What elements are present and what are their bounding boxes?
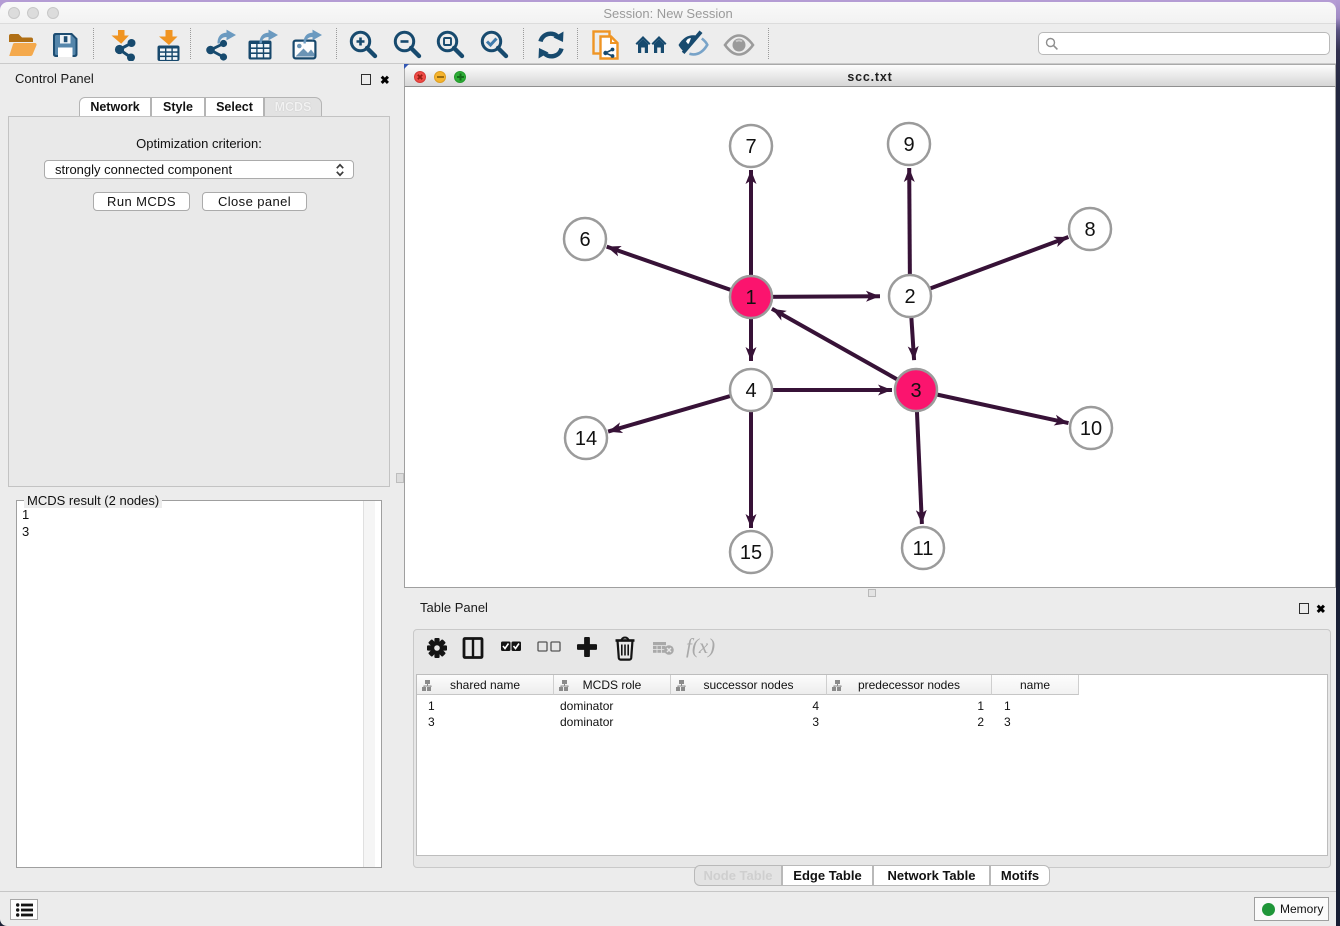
svg-text:10: 10 bbox=[1080, 418, 1102, 440]
svg-text:9: 9 bbox=[903, 134, 914, 156]
svg-text:4: 4 bbox=[745, 380, 756, 402]
svg-text:8: 8 bbox=[1084, 219, 1095, 241]
svg-text:1: 1 bbox=[745, 287, 756, 309]
svg-text:15: 15 bbox=[740, 542, 762, 564]
svg-text:2: 2 bbox=[904, 286, 915, 308]
svg-text:6: 6 bbox=[579, 229, 590, 251]
svg-text:11: 11 bbox=[913, 538, 934, 560]
svg-text:7: 7 bbox=[745, 136, 756, 158]
svg-text:14: 14 bbox=[575, 428, 597, 450]
svg-text:3: 3 bbox=[910, 380, 921, 402]
